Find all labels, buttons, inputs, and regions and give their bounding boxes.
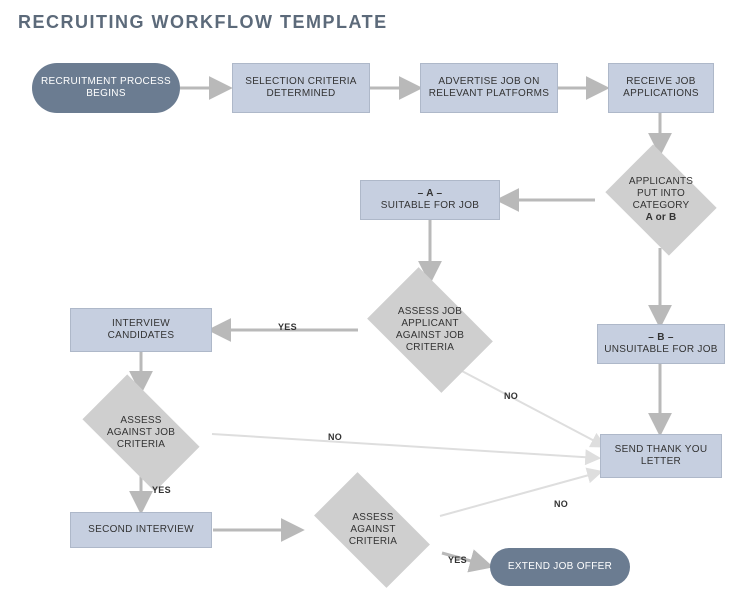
node-interview-candidates: INTERVIEW CANDIDATES xyxy=(70,308,212,352)
page-title: RECRUITING WORKFLOW TEMPLATE xyxy=(18,12,388,33)
label-assess2-no: NO xyxy=(328,432,342,442)
node-extend-job-offer: EXTEND JOB OFFER xyxy=(490,548,630,586)
node-receive-applications: RECEIVE JOB APPLICATIONS xyxy=(608,63,714,113)
node-assess-against-job-criteria: ASSESS AGAINST JOB CRITERIA xyxy=(68,388,214,478)
canvas: RECRUITING WORKFLOW TEMPLATE xyxy=(0,0,756,612)
label-assess3-no: NO xyxy=(554,499,568,509)
label-assess2-yes: YES xyxy=(152,485,171,495)
node-send-thank-you-letter: SEND THANK YOU LETTER xyxy=(600,434,722,478)
label-assessA-no: NO xyxy=(504,391,518,401)
node-advertise-job: ADVERTISE JOB ON RELEVANT PLATFORMS xyxy=(420,63,558,113)
label-assessA-yes: YES xyxy=(278,322,297,332)
node-second-interview: SECOND INTERVIEW xyxy=(70,512,212,548)
node-category-a-suitable: – A – SUITABLE FOR JOB xyxy=(360,180,500,220)
label-assess3-yes: YES xyxy=(448,555,467,565)
node-assess-against-criteria-final: ASSESS AGAINST CRITERIA xyxy=(300,486,446,574)
node-category-b-unsuitable: – B – UNSUITABLE FOR JOB xyxy=(597,324,725,364)
node-selection-criteria-determined: SELECTION CRITERIA DETERMINED xyxy=(232,63,370,113)
node-assess-applicant-against-criteria: ASSESS JOB APPLICANT AGAINST JOB CRITERI… xyxy=(355,278,505,382)
node-recruitment-process-begins: RECRUITMENT PROCESS BEGINS xyxy=(32,63,180,113)
node-categorize-applicants: APPLICANTS PUT INTO CATEGORY A or B xyxy=(597,152,725,248)
